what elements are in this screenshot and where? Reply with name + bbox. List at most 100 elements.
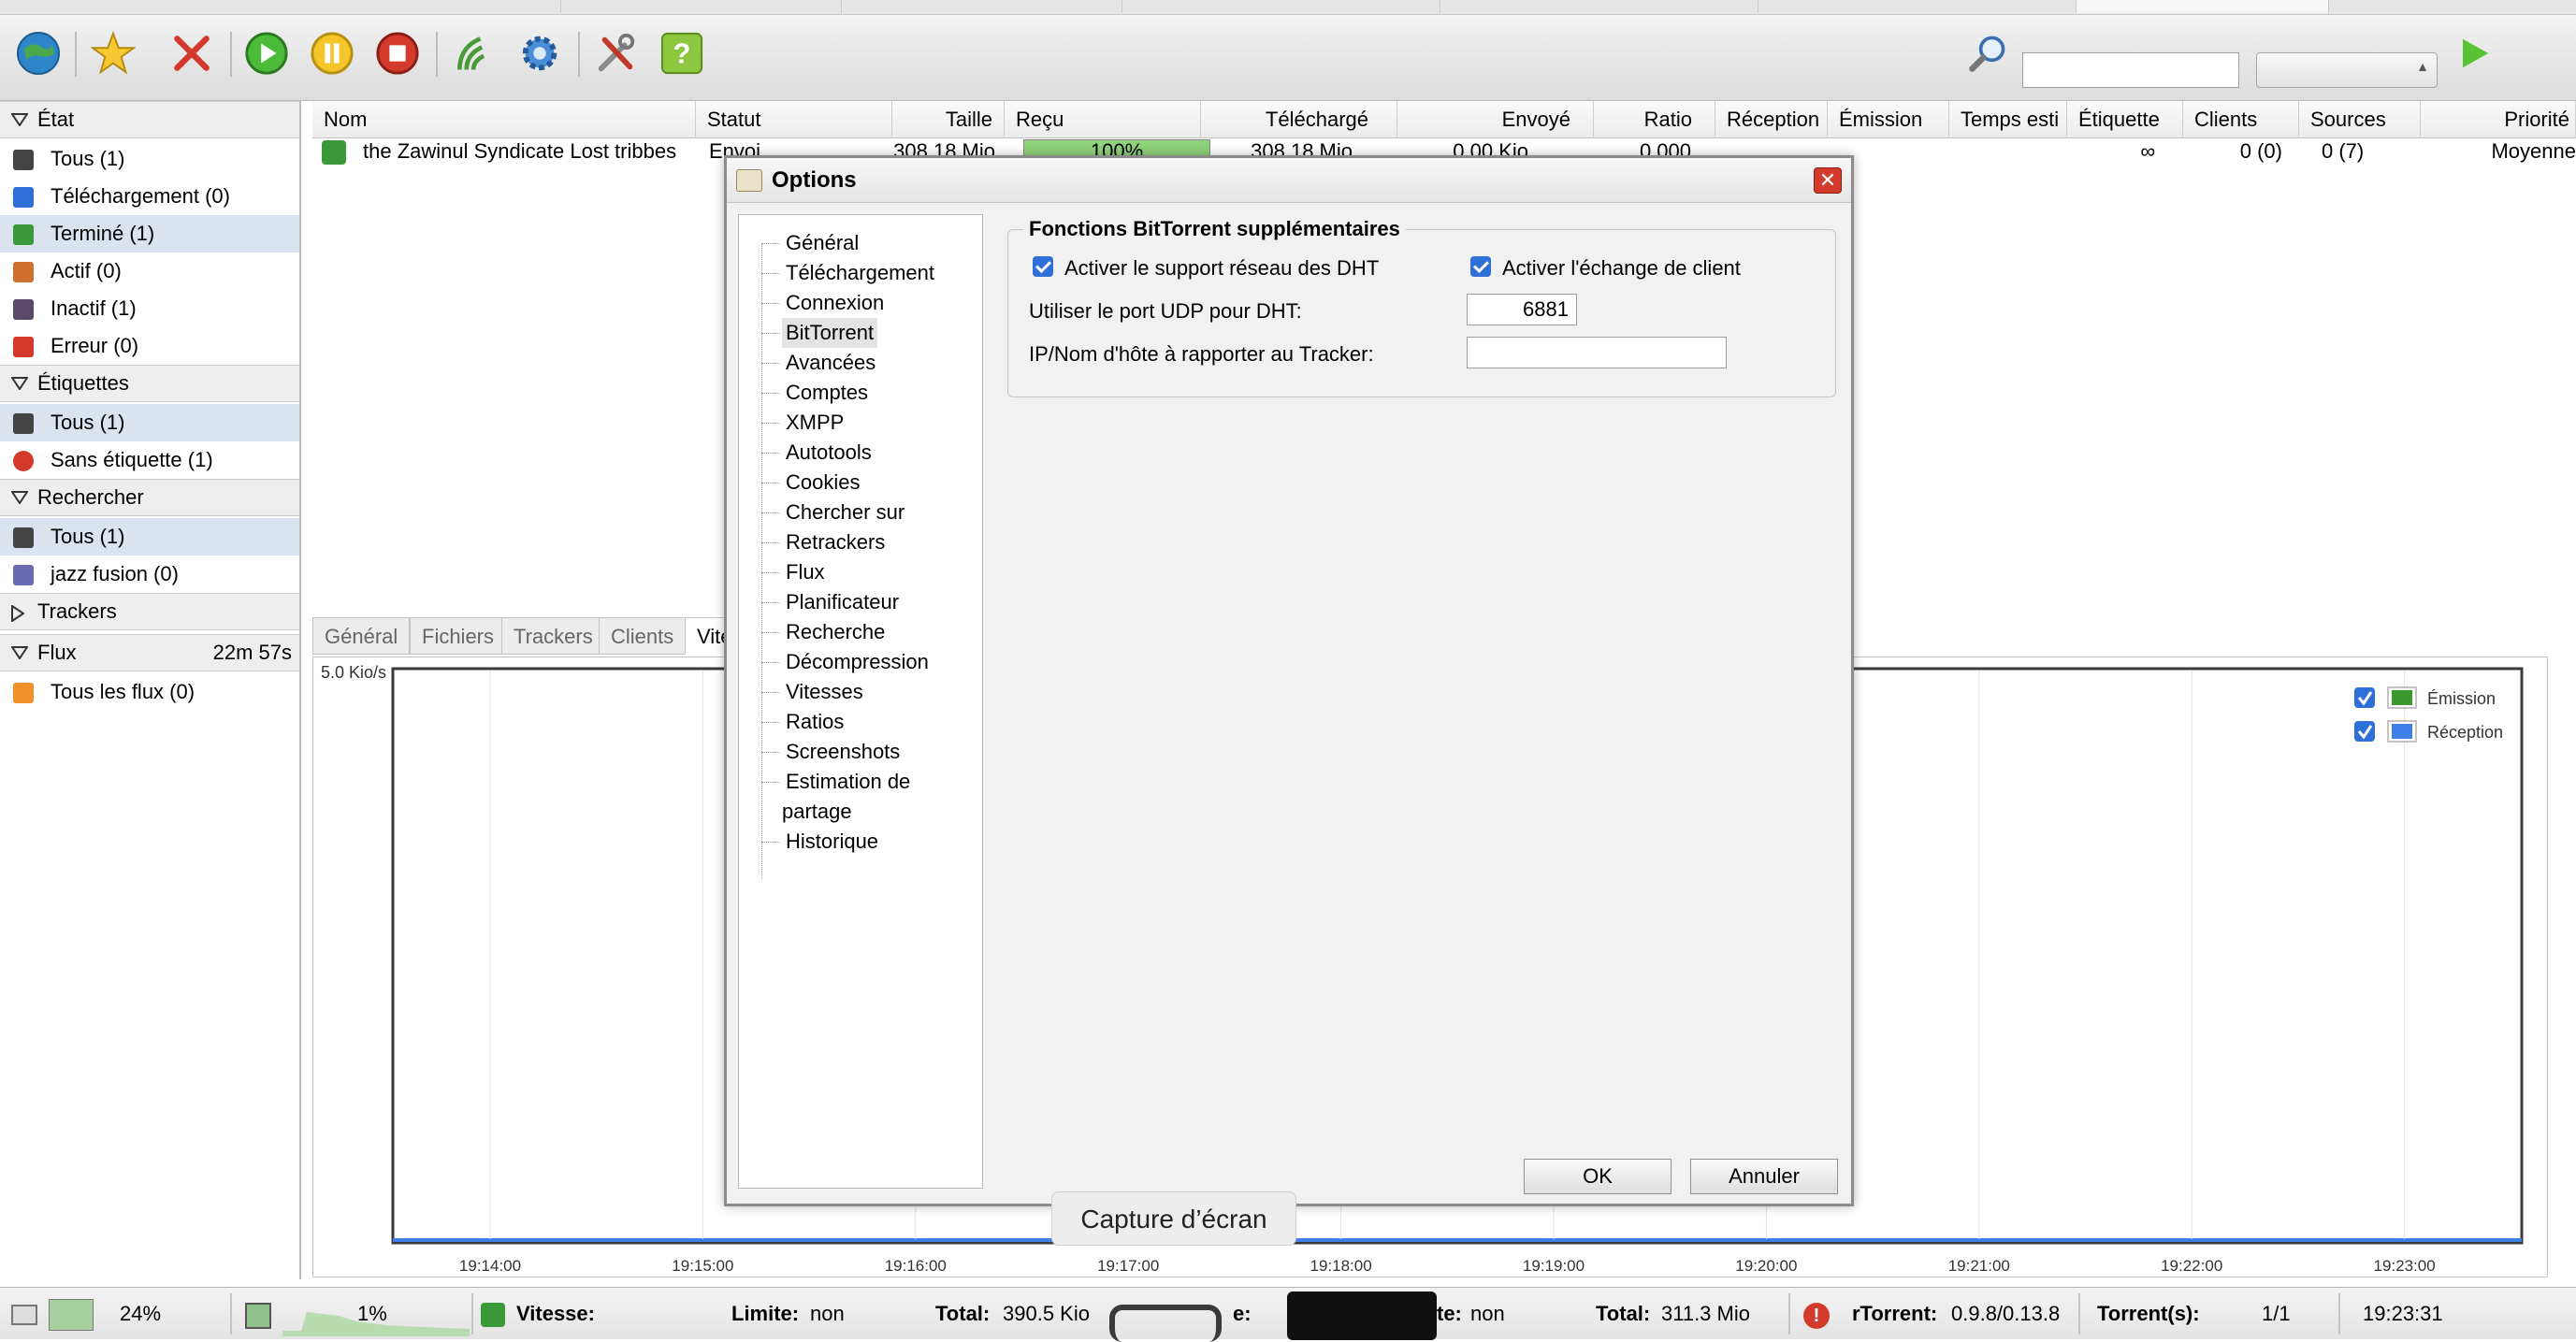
column-header[interactable]: Réception xyxy=(1715,101,1828,138)
category-etiquettes[interactable]: Étiquettes xyxy=(0,365,299,402)
nav-item-connexion[interactable]: Connexion xyxy=(786,288,884,318)
nav-item-xmpp[interactable]: XMPP xyxy=(786,408,844,438)
settings-icon[interactable] xyxy=(513,26,567,80)
category-flux[interactable]: Flux 22m 57s xyxy=(0,634,299,671)
column-header[interactable]: Téléchargé xyxy=(1201,101,1397,138)
tracker-ip-input[interactable] xyxy=(1467,337,1727,368)
nav-item-g-n-ral[interactable]: Général xyxy=(786,228,859,258)
column-header[interactable]: Ratio xyxy=(1594,101,1715,138)
search-engine-select[interactable]: ▲ xyxy=(2256,52,2438,88)
sidebar-item-actif[interactable]: Actif (0) xyxy=(0,253,299,290)
nav-item-chercher-sur[interactable]: Chercher sur xyxy=(786,498,904,527)
column-header[interactable]: Étiquette xyxy=(2067,101,2183,138)
globe-icon[interactable] xyxy=(11,26,65,80)
dock-app-icon[interactable] xyxy=(1287,1291,1437,1340)
column-header[interactable]: Sources xyxy=(2299,101,2421,138)
nav-item-avanc-es[interactable]: Avancées xyxy=(786,348,876,378)
column-header[interactable]: Clients xyxy=(2183,101,2299,138)
tree-connector xyxy=(761,423,780,424)
limit-value: non xyxy=(810,1302,845,1325)
sidebar-item-erreur[interactable]: Erreur (0) xyxy=(0,327,299,365)
delete-icon[interactable] xyxy=(165,26,219,80)
help-icon[interactable]: ? xyxy=(655,26,709,80)
nav-item-cookies[interactable]: Cookies xyxy=(786,468,860,498)
sidebar-item-inactif[interactable]: Inactif (1) xyxy=(0,290,299,327)
nav-item-ratios[interactable]: Ratios xyxy=(786,707,844,737)
nav-item-vitesses[interactable]: Vitesses xyxy=(786,677,863,707)
tab-trackers[interactable]: Trackers xyxy=(501,617,605,655)
browser-tab[interactable] xyxy=(561,0,842,13)
category-rechercher[interactable]: Rechercher xyxy=(0,479,299,516)
nav-item-comptes[interactable]: Comptes xyxy=(786,378,868,408)
sidebar-item-jazz-fusion[interactable]: jazz fusion (0) xyxy=(0,556,299,593)
nav-item-estimation-de[interactable]: Estimation de xyxy=(786,767,910,797)
cell-priority: Moyenne xyxy=(2491,139,2576,163)
column-header[interactable]: Priorité xyxy=(2421,101,2576,138)
tab-general[interactable]: Général xyxy=(312,617,411,655)
column-header[interactable]: Temps esti xyxy=(1949,101,2067,138)
sidebar-item-sans-etiquette[interactable]: Sans étiquette (1) xyxy=(0,441,299,479)
alert-icon[interactable]: ! xyxy=(1803,1303,1830,1329)
nav-item-screenshots[interactable]: Screenshots xyxy=(786,737,900,767)
category-title: Flux xyxy=(37,641,77,664)
tree-connector xyxy=(761,393,780,394)
sidebar-item-tous-les-flux[interactable]: Tous les flux (0) xyxy=(0,673,299,711)
column-header[interactable]: Reçu xyxy=(1005,101,1201,138)
close-icon[interactable]: ✕ xyxy=(1814,167,1842,194)
browser-tab[interactable] xyxy=(842,0,1122,13)
category-etat[interactable]: État xyxy=(0,101,299,138)
sidebar-item-rechercher-tous[interactable]: Tous (1) xyxy=(0,518,299,556)
dock-screenshot-icon[interactable] xyxy=(1109,1305,1222,1342)
nav-item-bittorrent[interactable]: BitTorrent xyxy=(782,318,878,348)
column-header[interactable]: Émission xyxy=(1828,101,1949,138)
nav-item-planificateur[interactable]: Planificateur xyxy=(786,587,899,617)
stop-icon[interactable] xyxy=(370,26,425,80)
dht-checkbox[interactable] xyxy=(1033,256,1053,277)
column-header[interactable]: Statut xyxy=(696,101,892,138)
rss-icon[interactable] xyxy=(447,26,501,80)
nav-item-autotools[interactable]: Autotools xyxy=(786,438,872,468)
browser-tab[interactable] xyxy=(1758,0,2077,13)
pause-icon[interactable] xyxy=(305,26,359,80)
search-icon[interactable] xyxy=(1961,26,2015,80)
ok-button[interactable]: OK xyxy=(1524,1159,1672,1194)
udp-port-input[interactable]: 6881 xyxy=(1467,294,1577,325)
sidebar-item-tous[interactable]: Tous (1) xyxy=(0,140,299,178)
tree-connector xyxy=(761,333,780,334)
star-icon[interactable] xyxy=(86,26,140,80)
nav-item-d-compression[interactable]: Décompression xyxy=(786,647,929,677)
chevron-down-icon xyxy=(11,377,28,390)
go-search-icon[interactable] xyxy=(2447,26,2501,80)
tab-clients[interactable]: Clients xyxy=(599,617,687,655)
search-input[interactable] xyxy=(2022,52,2239,88)
status-separator xyxy=(471,1293,473,1335)
nav-item-historique[interactable]: Historique xyxy=(786,827,878,857)
tools-icon[interactable] xyxy=(589,26,644,80)
sidebar-item-termine[interactable]: Terminé (1) xyxy=(0,215,299,253)
tab-fichiers[interactable]: Fichiers xyxy=(410,617,507,655)
sidebar-item-etiquettes-tous[interactable]: Tous (1) xyxy=(0,404,299,441)
browser-tab[interactable] xyxy=(243,0,561,13)
sidebar-item-label: Erreur (0) xyxy=(51,334,139,357)
nav-item-flux[interactable]: Flux xyxy=(786,557,825,587)
column-header[interactable]: Envoyé xyxy=(1397,101,1594,138)
cancel-button[interactable]: Annuler xyxy=(1690,1159,1838,1194)
pex-checkbox[interactable] xyxy=(1470,256,1491,277)
speed-label: Vitesse: xyxy=(516,1302,595,1325)
column-header[interactable]: Nom xyxy=(312,101,696,138)
sidebar-item-telechargement[interactable]: Téléchargement (0) xyxy=(0,178,299,215)
total-value: 390.5 Kio xyxy=(1003,1302,1090,1325)
start-icon[interactable] xyxy=(239,26,294,80)
browser-tab[interactable] xyxy=(1122,0,1440,13)
nav-item-t-l-chargement[interactable]: Téléchargement xyxy=(786,258,934,288)
nav-item-partage[interactable]: partage xyxy=(782,797,852,827)
browser-tab[interactable] xyxy=(1440,0,1758,13)
legend-checkbox-emission[interactable] xyxy=(2354,687,2375,708)
chevron-down-icon xyxy=(11,491,28,504)
legend-checkbox-reception[interactable] xyxy=(2354,721,2375,742)
category-trackers[interactable]: Trackers xyxy=(0,593,299,630)
nav-item-retrackers[interactable]: Retrackers xyxy=(786,527,885,557)
column-header[interactable]: Taille xyxy=(892,101,1005,138)
browser-tab-active[interactable] xyxy=(2077,0,2329,13)
nav-item-recherche[interactable]: Recherche xyxy=(786,617,885,647)
